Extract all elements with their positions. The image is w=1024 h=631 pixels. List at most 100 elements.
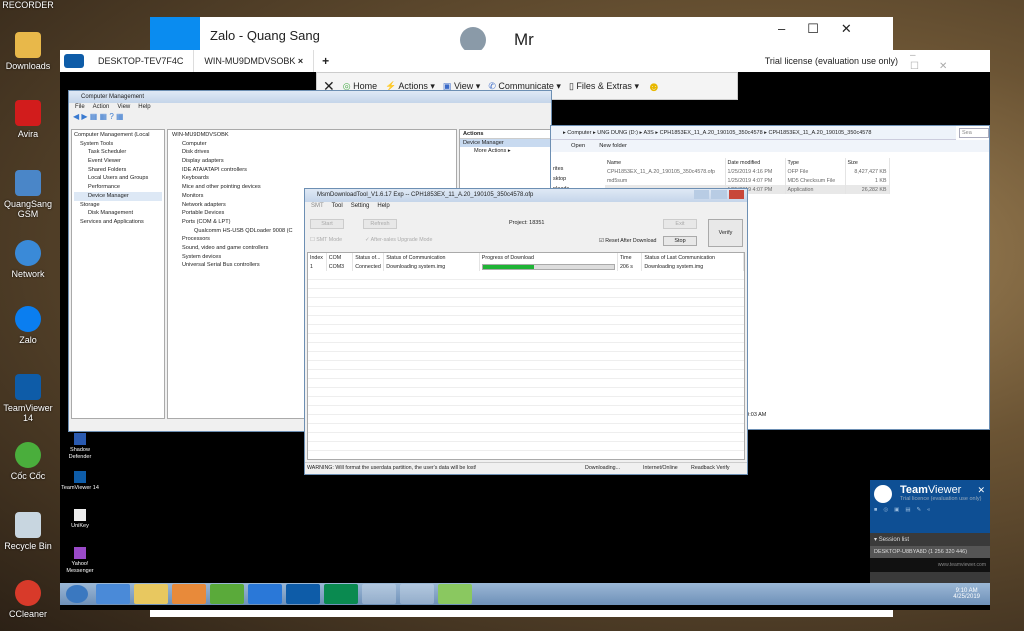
panel-action-icons[interactable]: ■◎▣▤✎« xyxy=(874,507,986,513)
column-header[interactable]: Time xyxy=(617,253,643,262)
taskbar-zalo-icon[interactable] xyxy=(248,584,282,604)
window-controls[interactable] xyxy=(694,190,744,199)
menu-setting[interactable]: Setting xyxy=(351,202,370,211)
taskbar-ie-icon[interactable] xyxy=(96,584,130,604)
tree-shared-folders[interactable]: Shared Folders xyxy=(74,166,162,175)
tree-system-tools[interactable]: System Tools xyxy=(74,140,162,149)
column-header[interactable]: Progress of Download xyxy=(479,253,618,262)
column-header[interactable]: Date modified xyxy=(725,158,786,167)
breadcrumb-item[interactable]: CPH1853EX_11_A.20_190105_350c4578 xyxy=(768,130,871,136)
close-panel-icon[interactable]: ✕ xyxy=(977,485,985,496)
taskbar-oppo-icon[interactable] xyxy=(324,584,358,604)
menu-tool[interactable]: Tool xyxy=(332,202,343,211)
open-button[interactable]: Open xyxy=(571,140,585,152)
desktop-icon-teamviewer[interactable]: TeamViewer 14 xyxy=(0,374,56,423)
desktop-icon-zalo[interactable]: Zalo xyxy=(0,306,56,345)
tree-performance[interactable]: Performance xyxy=(74,183,162,192)
tree-root[interactable]: Computer Management (Local xyxy=(74,131,162,140)
remote-icon-unikey[interactable]: UniKey xyxy=(60,509,100,547)
taskbar-network-icon[interactable] xyxy=(400,584,434,604)
desktop-icon-coccoc[interactable]: Cốc Cốc xyxy=(0,442,56,481)
column-header[interactable]: Status of Last Communication xyxy=(641,253,744,262)
desktop-icon-recycle-bin[interactable]: Recycle Bin xyxy=(0,512,56,551)
tab-desktop[interactable]: DESKTOP-TEV7F4C xyxy=(88,50,195,72)
start-button[interactable] xyxy=(66,585,88,603)
add-tab-button[interactable]: + xyxy=(314,54,337,68)
menu-file[interactable]: File xyxy=(75,103,85,112)
start-button[interactable]: Start xyxy=(310,219,344,229)
breadcrumb-item[interactable]: A3S xyxy=(643,130,653,136)
device-row[interactable]: 1 COM3 Connected Downloading system.img 206 … xyxy=(308,262,744,271)
device-tree-item[interactable]: IDE ATA/ATAPI controllers xyxy=(172,166,452,175)
toolbar-files[interactable]: ▯ Files & Extras ▾ xyxy=(569,81,639,92)
refresh-button[interactable]: Refresh xyxy=(363,219,397,229)
stop-button[interactable]: Stop xyxy=(663,236,697,246)
smt-mode-checkbox[interactable]: ☐ SMT Mode xyxy=(310,237,342,243)
tree-disk-management[interactable]: Disk Management xyxy=(74,209,162,218)
taskbar-teamviewer-icon[interactable] xyxy=(286,584,320,604)
taskbar-explorer-icon[interactable] xyxy=(134,584,168,604)
breadcrumb-item[interactable]: Computer xyxy=(567,130,591,136)
new-folder-button[interactable]: New folder xyxy=(599,140,627,152)
remote-icon-yahoo[interactable]: Yahoo! Messenger xyxy=(60,547,100,585)
menu-help[interactable]: Help xyxy=(138,103,150,112)
tree-device-manager[interactable]: Device Manager xyxy=(74,191,162,201)
zalo-window-controls[interactable]: –☐✕ xyxy=(778,21,874,37)
column-header[interactable]: Name xyxy=(605,158,726,167)
session-item[interactable]: DESKTOP-U8BYA8D (1 256 320 446) xyxy=(870,546,990,558)
toolbar[interactable]: ◀ ▶ ▦ ▦ ? ▦ xyxy=(69,112,551,124)
column-header[interactable]: Type xyxy=(785,158,846,167)
teamviewer-link[interactable]: www.teamviewer.com xyxy=(870,558,990,572)
tree-task-scheduler[interactable]: Task Scheduler xyxy=(74,148,162,157)
taskbar-media-icon[interactable] xyxy=(172,584,206,604)
menu-action[interactable]: Action xyxy=(93,103,110,112)
smiley-icon[interactable]: ☻ xyxy=(647,79,661,94)
session-list-header[interactable]: ▾ Session list xyxy=(870,533,990,546)
column-header[interactable]: Status of... xyxy=(352,253,385,262)
tree-services[interactable]: Services and Applications xyxy=(74,218,162,227)
taskbar-coccoc-icon[interactable] xyxy=(210,584,244,604)
device-tree-item[interactable]: Disk drives xyxy=(172,148,452,157)
column-header[interactable]: COM xyxy=(326,253,354,262)
more-actions[interactable]: More Actions ▸ xyxy=(460,147,550,155)
device-tree-item[interactable]: Display adapters xyxy=(172,157,452,166)
aftersales-checkbox[interactable]: ✓ After-sales Upgrade Mode xyxy=(365,237,432,243)
taskbar-download-icon[interactable] xyxy=(438,584,472,604)
column-header[interactable]: Status of Communication xyxy=(383,253,480,262)
desktop-icon-downloads[interactable]: Downloads xyxy=(0,32,56,71)
column-header[interactable]: Size xyxy=(845,158,890,167)
nav-desktop[interactable]: sktop xyxy=(553,174,569,184)
verify-button[interactable]: Verify xyxy=(708,219,743,247)
window-controls[interactable]: –☐✕ xyxy=(910,50,990,72)
desktop-icon-quangsang[interactable]: QuangSang GSM xyxy=(0,170,56,219)
desktop-icon-ccleaner[interactable]: CCleaner xyxy=(0,580,56,619)
desktop-icon-network[interactable]: Network xyxy=(0,240,56,279)
remote-icon-teamviewer[interactable]: TeamViewer 14 xyxy=(60,471,100,509)
menu-help[interactable]: Help xyxy=(377,202,389,211)
remote-icon-shadow-defender[interactable]: Shadow Defender xyxy=(60,433,100,471)
reset-after-download-checkbox[interactable]: ☑ Reset After Download xyxy=(599,238,656,244)
desktop-icon-avira[interactable]: Avira xyxy=(0,100,56,139)
tree-event-viewer[interactable]: Event Viewer xyxy=(74,157,162,166)
clock[interactable]: 9:10 AM 4/25/2019 xyxy=(953,588,980,600)
file-row[interactable]: CPH1853EX_11_A.20_190105_350c4578.ofp 1/2… xyxy=(605,167,890,176)
device-tree-item[interactable]: WIN-MU9DMDVSOBK xyxy=(172,131,452,140)
breadcrumb-item[interactable]: CPH1853EX_11_A.20_190105_350c4578 xyxy=(660,130,763,136)
actions-section[interactable]: Device Manager xyxy=(460,139,550,147)
tab-win[interactable]: WIN-MU9DMDVSOBK × xyxy=(194,50,315,72)
desktop-icon-recorder[interactable]: RECORDER xyxy=(0,0,56,10)
breadcrumb-item[interactable]: UNG DUNG (D:) xyxy=(597,130,638,136)
breadcrumb[interactable]: ▸ Computer ▸ UNG DUNG (D:) ▸ A3S ▸ CPH18… xyxy=(551,126,956,140)
search-input[interactable]: Sea xyxy=(959,128,989,138)
menu-view[interactable]: View xyxy=(117,103,130,112)
tree-local-users[interactable]: Local Users and Groups xyxy=(74,174,162,183)
taskbar-computer-management-icon[interactable] xyxy=(362,584,396,604)
nav-favorites[interactable]: rites xyxy=(553,164,569,174)
device-tree-item[interactable]: Keyboards xyxy=(172,174,452,183)
close-tab-icon[interactable]: × xyxy=(298,56,303,66)
exit-button[interactable]: Exit xyxy=(663,219,697,229)
file-row[interactable]: md5sum 1/25/2019 4:07 PM MD5 Checksum File… xyxy=(605,176,890,185)
column-header[interactable]: Index xyxy=(308,253,327,262)
device-tree-item[interactable]: Computer xyxy=(172,140,452,149)
menu-smt[interactable]: SMT xyxy=(311,202,324,211)
